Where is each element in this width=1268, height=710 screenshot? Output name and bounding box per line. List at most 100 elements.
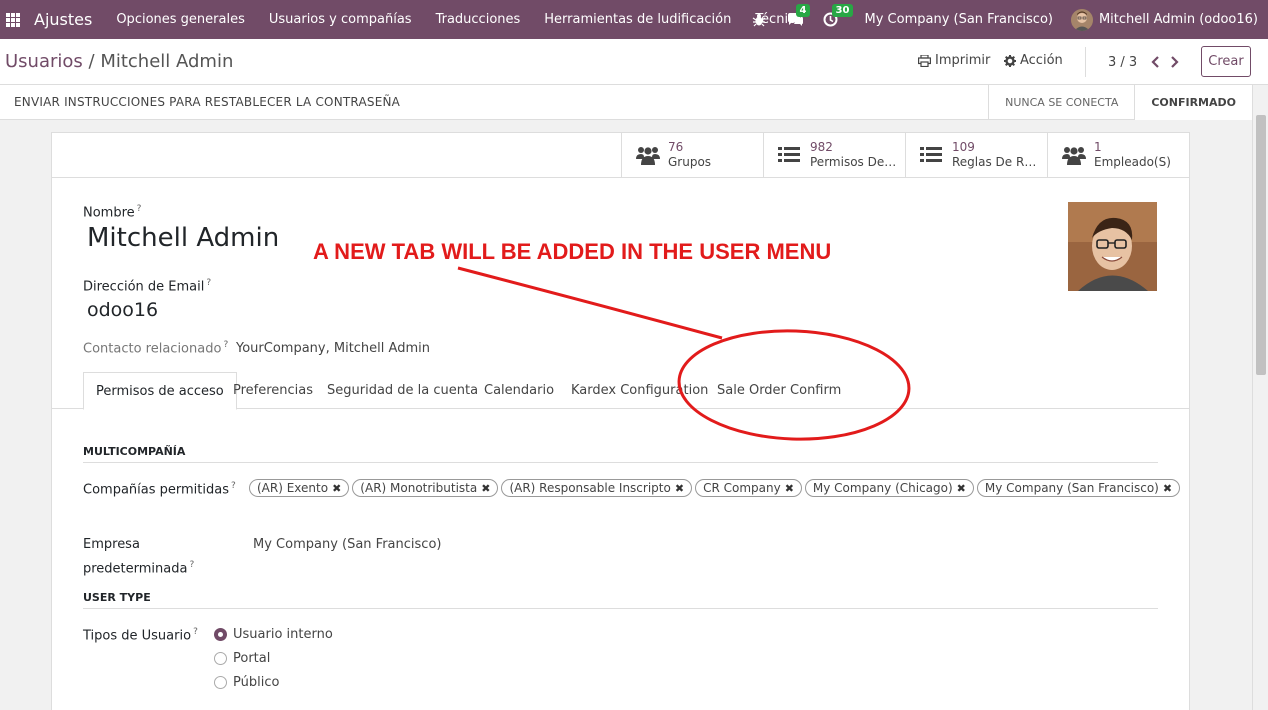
- messages-badge: 4: [795, 3, 811, 17]
- smart-button-employees[interactable]: 1 Empleado(S): [1047, 133, 1189, 177]
- smart-employees-label: Empleado(S): [1094, 155, 1171, 169]
- pager-value[interactable]: 3 / 3: [1108, 55, 1137, 70]
- company-tag: My Company (San Francisco) ✖: [976, 479, 1181, 497]
- email-field[interactable]: odoo16: [87, 299, 158, 321]
- name-label-text: Nombre: [83, 205, 135, 221]
- tab-calendar[interactable]: Calendario: [484, 372, 554, 409]
- smart-groups-label: Grupos: [668, 155, 712, 169]
- stage-never-connected[interactable]: NUNCA SE CONECTA: [988, 85, 1134, 120]
- company-switcher[interactable]: My Company (San Francisco): [865, 12, 1053, 27]
- help-tooltip-icon[interactable]: ?: [189, 560, 194, 570]
- allowed-companies-tags: (AR) Exento ✖ (AR) Monotributista ✖ (AR) R…: [249, 479, 1181, 497]
- tab-kardex-configuration[interactable]: Kardex Configuration: [571, 372, 708, 409]
- company-tag: My Company (Chicago) ✖: [804, 479, 974, 497]
- remove-tag-icon[interactable]: ✖: [481, 482, 490, 495]
- pager: 3 / 3: [1085, 47, 1179, 77]
- remove-tag-icon[interactable]: ✖: [675, 482, 684, 495]
- smart-button-record-rules[interactable]: 109 Reglas De R…: [905, 133, 1047, 177]
- print-button[interactable]: Imprimir: [918, 53, 990, 68]
- tab-account-security[interactable]: Seguridad de la cuenta: [327, 372, 478, 409]
- user-avatar[interactable]: [1070, 8, 1093, 31]
- company-tag: (AR) Exento ✖: [249, 479, 350, 497]
- radio-button[interactable]: [214, 652, 227, 665]
- remove-tag-icon[interactable]: ✖: [1163, 482, 1172, 495]
- related-contact-label: Contacto relacionado?: [83, 340, 228, 356]
- smart-button-groups[interactable]: 76 Grupos: [621, 133, 763, 177]
- allowed-companies-label: Compañías permitidas?: [83, 481, 236, 497]
- smart-record-rules-count: 109: [952, 140, 975, 154]
- activity-clock-icon[interactable]: 30: [821, 3, 854, 30]
- menu-item-gamification[interactable]: Herramientas de ludificación: [544, 12, 731, 27]
- radio-button[interactable]: [214, 676, 227, 689]
- radio-portal[interactable]: Portal: [214, 651, 270, 666]
- menu-item-general-settings[interactable]: Opciones generales: [116, 12, 245, 27]
- main-menu: Opciones generales Usuarios y compañías …: [116, 12, 827, 27]
- smart-employees-text: 1 Empleado(S): [1094, 140, 1184, 170]
- help-tooltip-icon[interactable]: ?: [137, 204, 142, 214]
- radio-public[interactable]: Público: [214, 675, 279, 690]
- reset-password-button[interactable]: ENVIAR INSTRUCCIONES PARA RESTABLECER LA…: [14, 95, 400, 109]
- user-photo[interactable]: [1068, 202, 1157, 291]
- smart-button-box: 76 Grupos 982 Permisos De… 109 Reglas De…: [52, 133, 1189, 178]
- help-tooltip-icon[interactable]: ?: [206, 278, 211, 288]
- default-company-label-line1: Empresa: [83, 537, 140, 552]
- help-tooltip-icon[interactable]: ?: [231, 481, 236, 491]
- allowed-companies-label-text: Compañías permitidas: [83, 482, 229, 498]
- navbar-systray: 4 30 My Company (San Francisco) Mitchell…: [749, 0, 1268, 39]
- form-statusbar: ENVIAR INSTRUCCIONES PARA RESTABLECER LA…: [0, 85, 1252, 120]
- tab-sale-order-confirm[interactable]: Sale Order Confirm: [717, 372, 841, 409]
- related-contact-link[interactable]: YourCompany, Mitchell Admin: [236, 341, 430, 356]
- annotation-callout: A NEW TAB WILL BE ADDED IN THE USER MENU: [313, 239, 832, 264]
- chat-messages-icon[interactable]: 4: [785, 3, 811, 30]
- smart-button-access-rights[interactable]: 982 Permisos De…: [763, 133, 905, 177]
- remove-tag-icon[interactable]: ✖: [785, 482, 794, 495]
- scrollbar-thumb[interactable]: [1256, 115, 1266, 375]
- help-tooltip-icon[interactable]: ?: [223, 340, 228, 350]
- notebook-tabs: Permisos de acceso Preferencias Segurida…: [52, 372, 1189, 410]
- apps-grid-icon[interactable]: [6, 12, 20, 27]
- company-tag: CR Company ✖: [695, 479, 802, 497]
- default-company-field[interactable]: My Company (San Francisco): [253, 537, 441, 552]
- bug-icon[interactable]: [749, 10, 769, 30]
- radio-internal-user[interactable]: Usuario interno: [214, 627, 333, 642]
- email-label-text: Dirección de Email: [83, 279, 205, 295]
- name-field[interactable]: Mitchell Admin: [87, 223, 279, 253]
- app-name[interactable]: Ajustes: [34, 10, 92, 29]
- smart-access-rights-count: 982: [810, 140, 833, 154]
- related-contact-label-text: Contacto relacionado: [83, 341, 222, 357]
- chevron-left-icon[interactable]: [1151, 56, 1160, 68]
- default-company-label: Empresa predeterminada?: [83, 535, 194, 579]
- user-type-label: Tipos de Usuario?: [83, 627, 198, 643]
- user-menu[interactable]: Mitchell Admin (odoo16): [1099, 12, 1258, 27]
- radio-label: Portal: [233, 651, 271, 666]
- chevron-right-icon[interactable]: [1170, 56, 1179, 68]
- printer-icon: [918, 54, 931, 67]
- vertical-scrollbar[interactable]: [1252, 85, 1268, 710]
- company-tag-label: (AR) Exento: [257, 481, 329, 495]
- remove-tag-icon[interactable]: ✖: [332, 482, 341, 495]
- help-tooltip-icon[interactable]: ?: [193, 627, 198, 637]
- radio-button[interactable]: [214, 628, 227, 641]
- name-label: Nombre?: [83, 204, 141, 220]
- multicompany-section-title: MULTICOMPAÑÍA: [83, 445, 1158, 463]
- action-button[interactable]: Acción: [1004, 53, 1063, 68]
- menu-item-translations[interactable]: Traducciones: [436, 12, 521, 27]
- stage-confirmed[interactable]: CONFIRMADO: [1134, 85, 1252, 120]
- list-icon: [778, 144, 806, 166]
- create-button[interactable]: Crear: [1201, 46, 1251, 77]
- smart-record-rules-label: Reglas De R…: [952, 155, 1037, 169]
- company-tag-label: My Company (San Francisco): [984, 481, 1159, 495]
- gear-icon: [1004, 54, 1016, 67]
- breadcrumb-users-link[interactable]: Usuarios: [5, 51, 83, 72]
- breadcrumb-separator: /: [82, 51, 101, 72]
- user-type-label-text: Tipos de Usuario: [83, 628, 192, 644]
- menu-item-users-companies[interactable]: Usuarios y compañías: [269, 12, 412, 27]
- print-label: Imprimir: [935, 53, 991, 68]
- top-navbar: Ajustes Opciones generales Usuarios y co…: [0, 0, 1268, 39]
- smart-record-rules-text: 109 Reglas De R…: [952, 140, 1042, 170]
- smart-employees-count: 1: [1094, 140, 1102, 154]
- remove-tag-icon[interactable]: ✖: [957, 482, 966, 495]
- tab-preferences[interactable]: Preferencias: [233, 372, 313, 409]
- tab-access-rights[interactable]: Permisos de acceso: [83, 372, 237, 410]
- status-stages: NUNCA SE CONECTA CONFIRMADO: [988, 85, 1252, 120]
